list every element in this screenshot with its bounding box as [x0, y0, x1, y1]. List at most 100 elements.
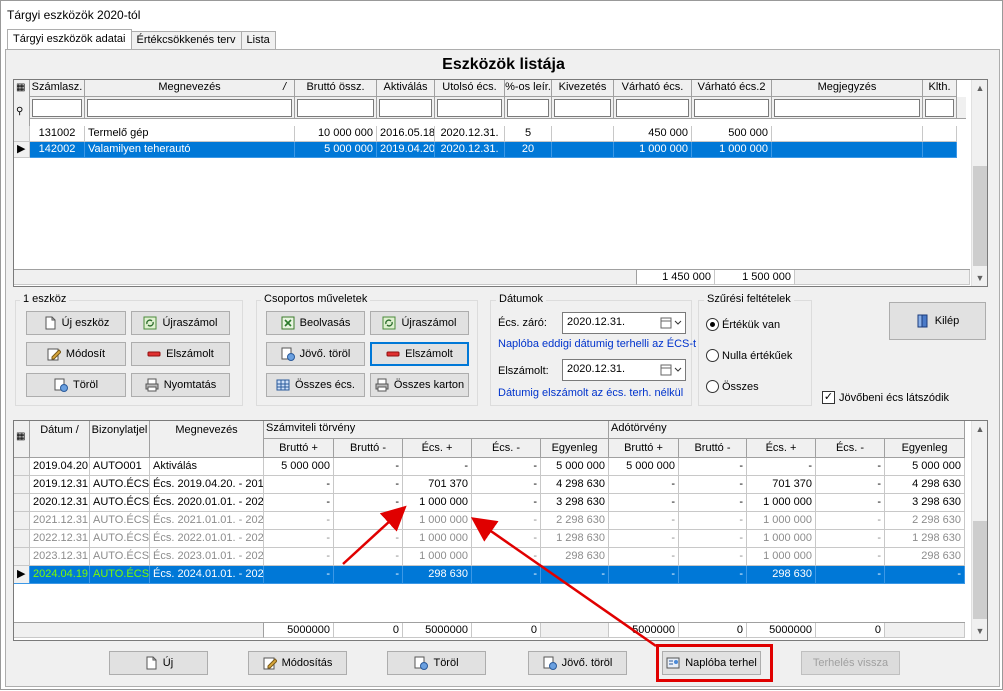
- filter-input-leiras[interactable]: [507, 99, 549, 117]
- col-header-acct-balance[interactable]: Egyenleg: [541, 439, 609, 458]
- ledger-new-button[interactable]: Új: [109, 651, 208, 675]
- table-row[interactable]: 2022.12.31. AUTO.ÉCS Écs. 2022.01.01. - 20…: [14, 530, 965, 548]
- table-row[interactable]: 2019.12.31. AUTO.ÉCS Écs. 2019.04.20. - 20…: [14, 476, 965, 494]
- col-header-megjegyzes[interactable]: Megjegyzés: [772, 80, 923, 97]
- col-header-tax-balance[interactable]: Egyenleg: [885, 439, 965, 458]
- col-header-tax-dep-minus[interactable]: Écs. -: [816, 439, 885, 458]
- table-row[interactable]: ▶ 2024.04.19. AUTO.ÉCS Écs. 2024.01.01. - 2…: [14, 566, 965, 584]
- ledger-cell: 298 630: [403, 566, 472, 584]
- scroll-up-icon[interactable]: ▲: [972, 80, 987, 96]
- calendar-dropdown-icon[interactable]: [660, 363, 682, 377]
- delete-button[interactable]: Töröl: [26, 373, 126, 397]
- col-header-varhato-ecs2[interactable]: Várható écs.2: [692, 80, 772, 97]
- ledger-delete-button[interactable]: Töröl: [387, 651, 486, 675]
- col-header-varhato-ecs[interactable]: Várható écs.: [614, 80, 692, 97]
- scroll-thumb[interactable]: [973, 521, 987, 619]
- col-header-brutto[interactable]: Bruttó össz.: [295, 80, 377, 97]
- col-header-acct-dep-plus[interactable]: Écs. +: [403, 439, 472, 458]
- table-row[interactable]: 131002 Termelő gép 10 000 000 2016.05.18…: [14, 126, 957, 142]
- ledger-cell: 1 000 000: [747, 512, 816, 530]
- new-asset-button[interactable]: Új eszköz: [26, 311, 126, 335]
- ledger-future-delete-button[interactable]: Jövő. töröl: [528, 651, 627, 675]
- scroll-down-icon[interactable]: ▼: [972, 623, 987, 639]
- new-asset-button-label: Új eszköz: [61, 317, 110, 329]
- tab-list[interactable]: Lista: [240, 31, 276, 49]
- group-bulk-operations-label: Csoportos műveletek: [261, 293, 371, 305]
- col-header-acct-gross-plus[interactable]: Bruttó +: [264, 439, 334, 458]
- col-header-date[interactable]: Dátum /: [30, 421, 90, 458]
- scroll-down-icon[interactable]: ▼: [972, 270, 987, 286]
- table-row-selected[interactable]: ▶ 142002 Valamilyen teherautó 5 000 000 …: [14, 142, 957, 158]
- all-depreciation-button[interactable]: Összes écs.: [266, 373, 365, 397]
- table-row[interactable]: 2023.12.31. AUTO.ÉCS Écs. 2023.01.01. - 20…: [14, 548, 965, 566]
- group-filters-label: Szűrési feltételek: [704, 293, 794, 305]
- col-header-tax-gross-plus[interactable]: Bruttó +: [609, 439, 679, 458]
- future-visible-checkbox[interactable]: ✓ Jövőbeni écs látszódik: [822, 391, 949, 404]
- filter-input-varhato-ecs2[interactable]: [694, 99, 769, 117]
- radio-has-value-label: Értékük van: [722, 318, 781, 331]
- filter-input-varhato-ecs[interactable]: [616, 99, 689, 117]
- print-button[interactable]: Nyomtatás: [131, 373, 230, 397]
- col-header-aktivalas[interactable]: Aktiválás: [377, 80, 435, 97]
- bulk-recalc-button[interactable]: Újraszámol: [370, 311, 469, 335]
- col-header-description[interactable]: Megnevezés: [150, 421, 264, 458]
- ledger-cell: AUTO.ÉCS: [90, 566, 150, 584]
- asset-grid-scrollbar[interactable]: ▲ ▼: [971, 80, 987, 286]
- asset-grid[interactable]: ▦ ⚲ Számlasz. Megnevezés / Bruttó össz. A…: [13, 79, 988, 287]
- column-chooser-icon[interactable]: ▦: [16, 431, 25, 442]
- calendar-dropdown-icon[interactable]: [660, 316, 682, 330]
- col-header-szamlasz[interactable]: Számlasz.: [30, 80, 85, 97]
- filter-input-utolso-ecs[interactable]: [437, 99, 502, 117]
- ledger-scrollbar[interactable]: ▲ ▼: [971, 421, 987, 640]
- table-row[interactable]: 2020.12.31. AUTO.ÉCS Écs. 2020.01.01. - 20…: [14, 494, 965, 512]
- col-header-acct-gross-minus[interactable]: Bruttó -: [334, 439, 403, 458]
- ledger-cell: -: [334, 476, 403, 494]
- settled-date-picker[interactable]: 2020.12.31.: [562, 359, 686, 381]
- ecs-close-date-picker[interactable]: 2020.12.31.: [562, 312, 686, 334]
- filter-input-szamlasz[interactable]: [32, 99, 82, 117]
- modify-button[interactable]: Módosít: [26, 342, 126, 366]
- radio-zero-value[interactable]: Nulla értékűek: [706, 349, 792, 362]
- scroll-up-icon[interactable]: ▲: [972, 421, 987, 437]
- col-header-klth[interactable]: Klth.: [923, 80, 957, 97]
- ledger-cell: -: [472, 458, 541, 476]
- recalc-button[interactable]: Újraszámol: [131, 311, 230, 335]
- ledger-cell: -: [679, 458, 747, 476]
- filter-input-megnevezes[interactable]: [87, 99, 292, 117]
- radio-all[interactable]: Összes: [706, 380, 759, 393]
- col-header-kivezetes[interactable]: Kivezetés: [552, 80, 614, 97]
- exit-button[interactable]: Kilép: [889, 302, 986, 340]
- col-header-leiras[interactable]: %-os leír.: [505, 80, 552, 97]
- ledger-cell: 298 630: [885, 548, 965, 566]
- filter-input-brutto[interactable]: [297, 99, 374, 117]
- ledger-cell: 4 298 630: [541, 476, 609, 494]
- tab-depreciation-plan[interactable]: Értékcsökkenés terv: [130, 31, 242, 49]
- col-header-document[interactable]: Bizonylatjel: [90, 421, 150, 458]
- col-header-tax-gross-minus[interactable]: Bruttó -: [679, 439, 747, 458]
- radio-has-value[interactable]: Értékük van: [706, 318, 780, 331]
- col-header-megnevezes[interactable]: Megnevezés /: [85, 80, 295, 97]
- ledger-grid[interactable]: ▦ Dátum / Bizonylatjel Megnevezés Számvi…: [13, 420, 988, 641]
- filter-binoculars-icon[interactable]: ⚲: [16, 106, 23, 117]
- bulk-settled-button[interactable]: Elszámolt: [370, 342, 469, 366]
- import-button[interactable]: Beolvasás: [266, 311, 365, 335]
- ledger-modify-button[interactable]: Módosítás: [248, 651, 347, 675]
- table-row[interactable]: 2019.04.20. AUTO001 Aktiválás 5 000 000- - -5…: [14, 458, 965, 476]
- new-document-icon: [43, 316, 57, 330]
- column-chooser-icon[interactable]: ▦: [16, 82, 25, 93]
- all-cards-button[interactable]: Összes karton: [370, 373, 469, 397]
- filter-input-megjegyzes[interactable]: [774, 99, 920, 117]
- table-row[interactable]: 2021.12.31. AUTO.ÉCS Écs. 2021.01.01. - 20…: [14, 512, 965, 530]
- undo-posting-button[interactable]: Terhelés vissza: [801, 651, 900, 675]
- future-delete-button[interactable]: Jövő. töröl: [266, 342, 365, 366]
- settled-button[interactable]: Elszámolt: [131, 342, 230, 366]
- filter-input-aktivalas[interactable]: [379, 99, 432, 117]
- filter-input-kivezetes[interactable]: [554, 99, 611, 117]
- col-header-tax-dep-plus[interactable]: Écs. +: [747, 439, 816, 458]
- col-header-utolso-ecs[interactable]: Utolsó écs.: [435, 80, 505, 97]
- col-header-acct-dep-minus[interactable]: Écs. -: [472, 439, 541, 458]
- ledger-cell: -: [334, 512, 403, 530]
- filter-input-klth[interactable]: [925, 99, 954, 117]
- scroll-thumb[interactable]: [973, 166, 987, 266]
- tab-asset-data[interactable]: Tárgyi eszközök adatai: [7, 29, 132, 49]
